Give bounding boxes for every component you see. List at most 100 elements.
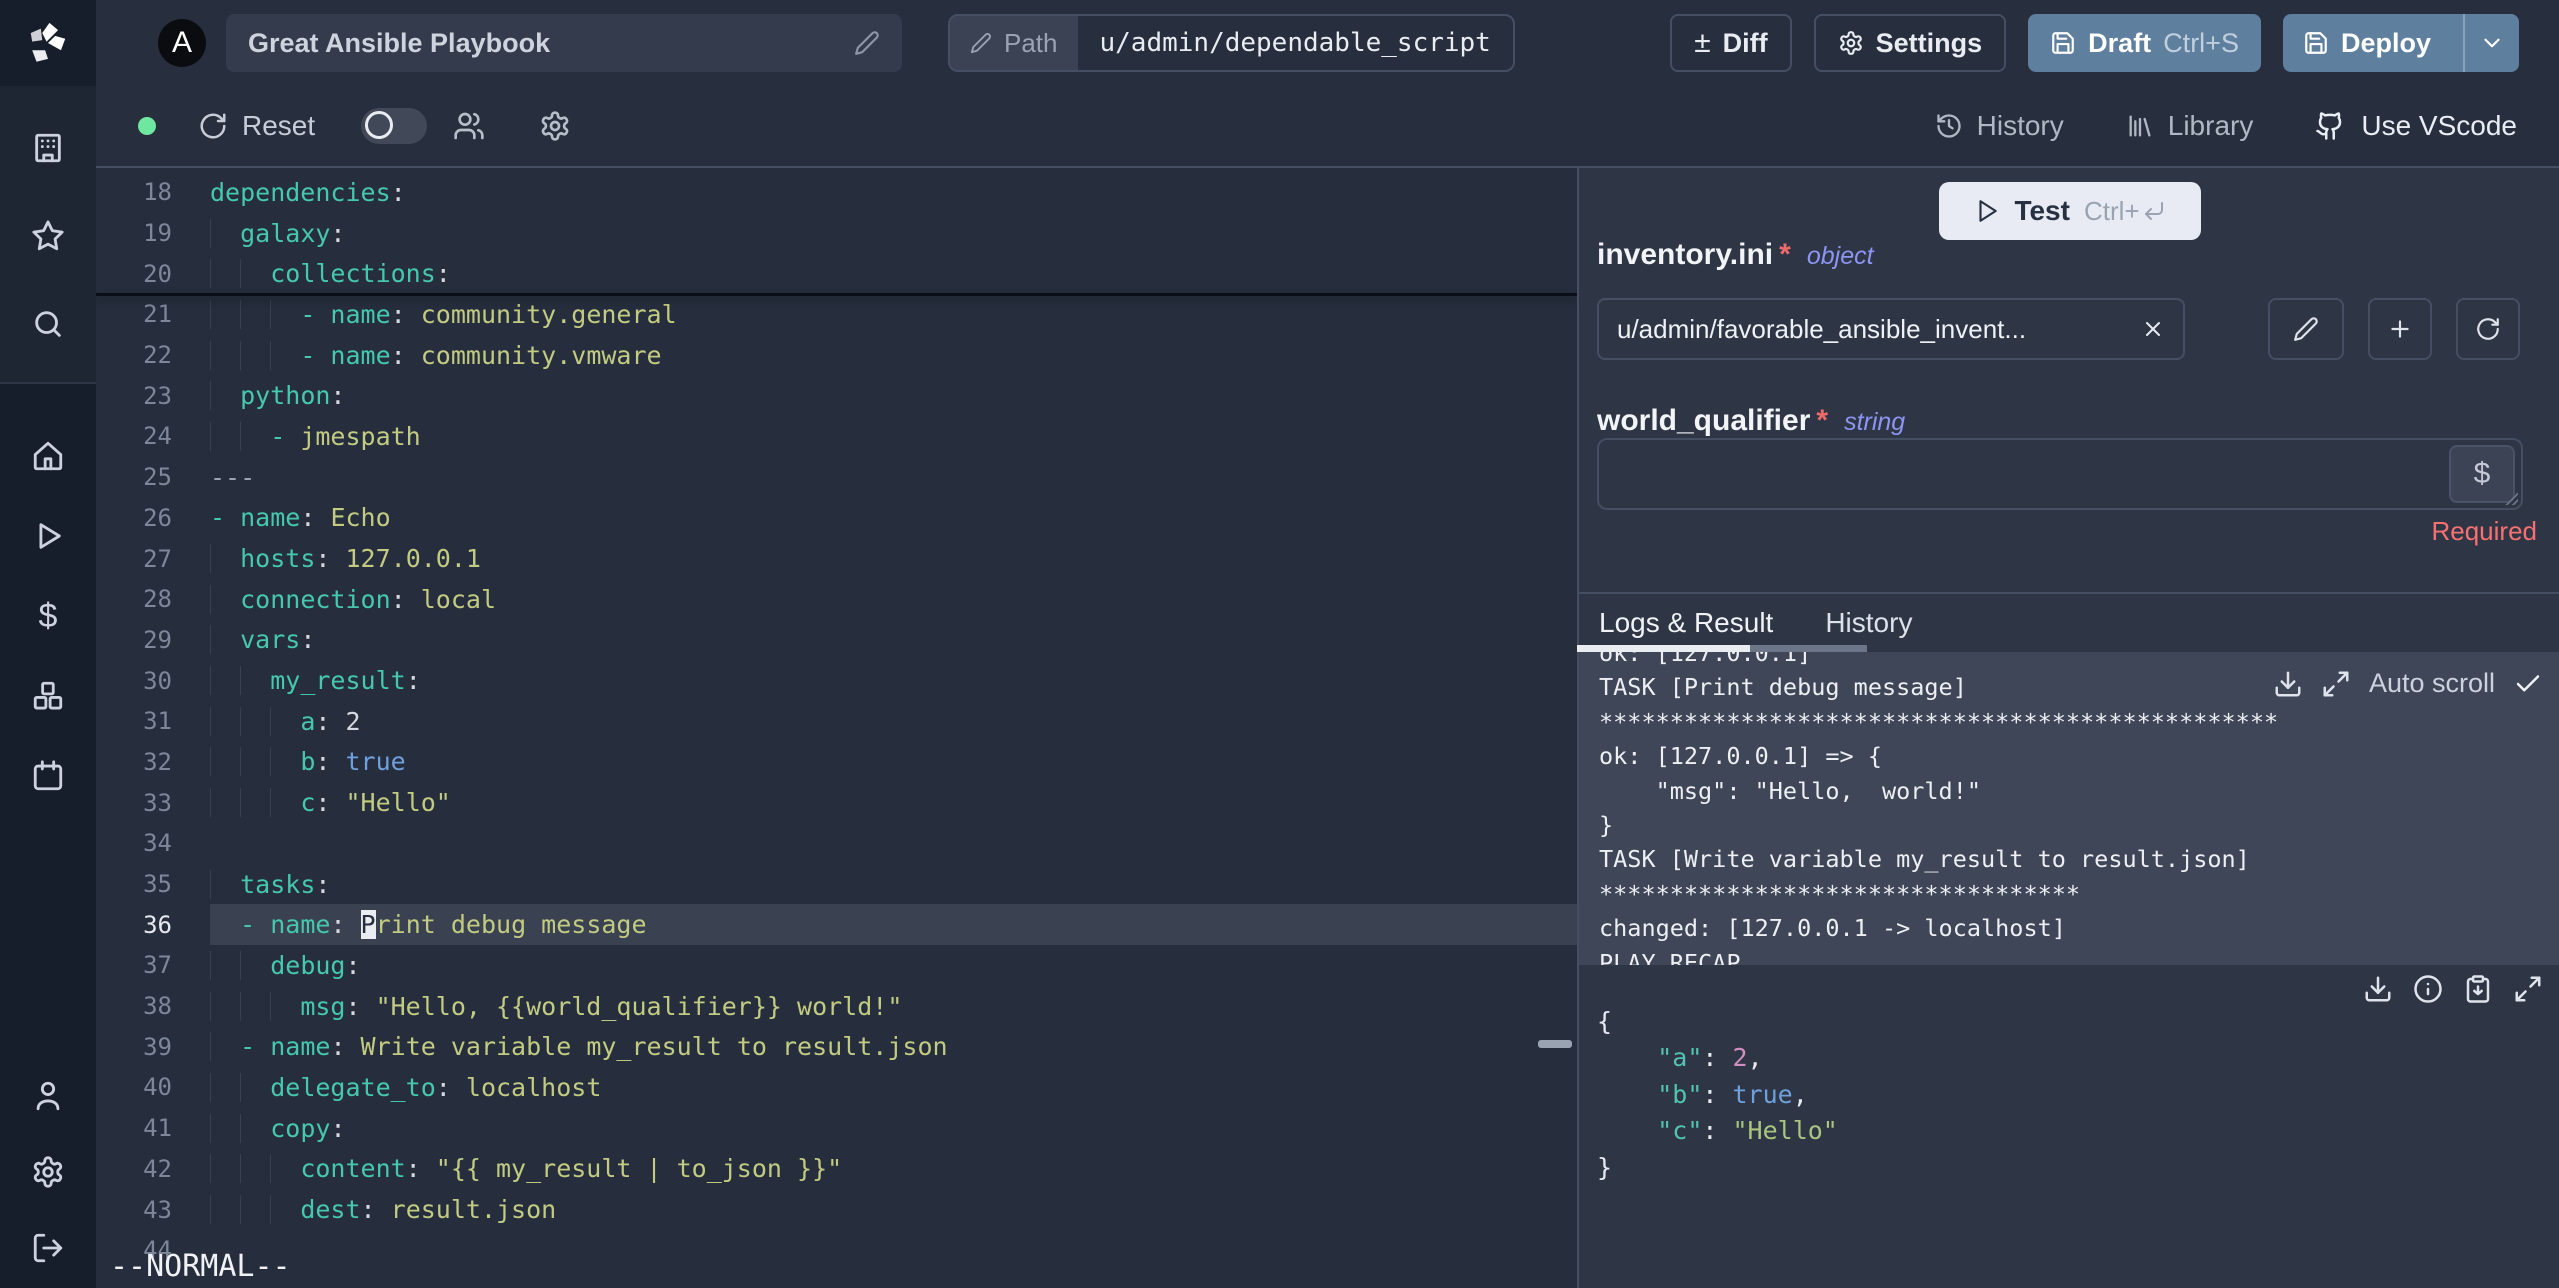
code-line[interactable]: 30 my_result:	[96, 660, 1577, 701]
code-line[interactable]: 33 c: "Hello"	[96, 782, 1577, 823]
user-icon[interactable]	[30, 1078, 66, 1114]
windmill-logo[interactable]	[0, 0, 96, 86]
code-line[interactable]: 28 connection: local	[96, 579, 1577, 620]
expand-result-icon[interactable]	[2513, 974, 2543, 1004]
line-content: python:	[210, 375, 1577, 416]
line-content: debug:	[210, 945, 1577, 986]
code-line[interactable]: 35 tasks:	[96, 864, 1577, 905]
line-number: 33	[143, 788, 172, 817]
diff-button[interactable]: ± Diff	[1670, 14, 1792, 72]
code-line[interactable]: 37 debug:	[96, 945, 1577, 986]
code-line[interactable]: 21 - name: community.general	[96, 294, 1577, 335]
path-pill[interactable]: Path u/admin/dependable_script	[948, 14, 1515, 72]
logout-icon[interactable]	[30, 1230, 66, 1266]
multiplayer-users-icon[interactable]	[453, 110, 485, 142]
edit-resource-button[interactable]	[2268, 298, 2344, 360]
deploy-button[interactable]: Deploy	[2282, 14, 2519, 72]
edit-title-pencil-icon[interactable]	[854, 30, 880, 56]
code-line[interactable]: 29 vars:	[96, 620, 1577, 661]
deploy-dropdown-caret[interactable]	[2463, 14, 2519, 72]
variables-icon[interactable]: $	[30, 597, 66, 635]
code-line[interactable]: 34	[96, 823, 1577, 864]
result-json[interactable]: { "a": 2, "b": true, "c": "Hello"}	[1597, 1004, 1838, 1186]
inventory-resource-input[interactable]: u/admin/favorable_ansible_invent...	[1597, 298, 2185, 360]
auto-scroll-checkbox[interactable]	[2513, 669, 2543, 699]
copy-result-icon[interactable]	[2463, 974, 2493, 1004]
code-line[interactable]: 40 delegate_to: localhost	[96, 1067, 1577, 1108]
code-line[interactable]: 24 - jmespath	[96, 416, 1577, 457]
add-resource-button[interactable]	[2368, 298, 2432, 360]
world-qualifier-input[interactable]	[1599, 440, 2521, 508]
code-line[interactable]: 22 - name: community.vmware	[96, 335, 1577, 376]
assistant-toggle[interactable]	[361, 108, 428, 144]
tab-indicator-track	[1750, 645, 1867, 652]
line-number: 41	[143, 1114, 172, 1143]
favorites-star-icon[interactable]	[30, 218, 66, 254]
line-number: 39	[143, 1032, 172, 1061]
code-line[interactable]: 18 dependencies:	[96, 172, 1577, 213]
code-line[interactable]: 20 collections:	[96, 253, 1577, 296]
line-content: vars:	[210, 620, 1577, 661]
code-line[interactable]: 19 galaxy:	[96, 213, 1577, 254]
code-line[interactable]: 44	[96, 1230, 1577, 1271]
line-content: dest: result.json	[210, 1189, 1577, 1230]
line-content: collections:	[210, 253, 1577, 294]
draft-button[interactable]: Draft Ctrl+S	[2028, 14, 2261, 72]
test-button[interactable]: Test Ctrl+	[1939, 182, 2201, 240]
tab-history[interactable]: History	[1825, 607, 1912, 639]
required-validation: Required	[2431, 516, 2537, 546]
line-number: 29	[143, 625, 172, 654]
download-logs-icon[interactable]	[2273, 669, 2303, 699]
field-type-badge: string	[1844, 408, 1906, 436]
use-vscode-button[interactable]: Use VScode	[2315, 110, 2517, 142]
code-line[interactable]: 25 ---	[96, 457, 1577, 498]
result-info-icon[interactable]	[2413, 974, 2443, 1004]
code-line[interactable]: 38 msg: "Hello, {{world_qualifier}} worl…	[96, 986, 1577, 1027]
line-number: 21	[143, 300, 172, 329]
home-icon[interactable]	[30, 438, 66, 474]
result-line: "a": 2,	[1657, 1043, 1763, 1073]
save-icon	[2052, 32, 2075, 54]
line-number: 37	[143, 951, 172, 980]
expand-logs-icon[interactable]	[2321, 669, 2351, 699]
result-tabs: Logs & Result History	[1579, 600, 2559, 645]
runs-play-icon[interactable]	[30, 518, 66, 554]
clear-resource-icon[interactable]	[2141, 317, 2165, 341]
topbar: A Great Ansible Playbook Path u/admin/de…	[96, 0, 2559, 86]
line-content	[210, 1230, 1577, 1271]
library-button[interactable]: Library	[2126, 110, 2253, 142]
line-number: 31	[143, 707, 172, 736]
code-line[interactable]: 41 copy:	[96, 1108, 1577, 1149]
resources-cubes-icon[interactable]	[30, 678, 66, 714]
code-line[interactable]: 42 content: "{{ my_result | to_json }}"	[96, 1149, 1577, 1190]
code-line[interactable]: 27 hosts: 127.0.0.1	[96, 538, 1577, 579]
line-number: 34	[143, 829, 172, 858]
code-line[interactable]: 36 - name: Print debug message	[96, 904, 1577, 946]
variable-picker-button[interactable]: $	[2449, 445, 2515, 503]
reset-button[interactable]: Reset	[198, 110, 315, 142]
code-line[interactable]: 32 b: true	[96, 742, 1577, 783]
refresh-resource-button[interactable]	[2456, 298, 2520, 360]
code-line[interactable]: 39 - name: Write variable my_result to r…	[96, 1026, 1577, 1067]
script-title-box[interactable]: Great Ansible Playbook	[226, 14, 902, 72]
workspace-icon[interactable]	[30, 130, 66, 166]
schedules-calendar-icon[interactable]	[30, 758, 66, 794]
tab-logs-result[interactable]: Logs & Result	[1599, 607, 1773, 639]
settings-gear-icon[interactable]	[30, 1154, 66, 1190]
line-number: 22	[143, 341, 172, 370]
settings-button[interactable]: Settings	[1813, 14, 2007, 72]
inventory-resource-value: u/admin/favorable_ansible_invent...	[1617, 313, 2027, 344]
code-line[interactable]: 26 - name: Echo	[96, 498, 1577, 539]
search-icon[interactable]	[30, 306, 66, 342]
download-result-icon[interactable]	[2363, 974, 2393, 1004]
pencil-icon	[2294, 317, 2318, 341]
code-editor[interactable]: 18 dependencies:19 galaxy:20 collections:…	[96, 168, 1577, 1288]
code-line[interactable]: 43 dest: result.json	[96, 1189, 1577, 1230]
code-line[interactable]: 31 a: 2	[96, 701, 1577, 742]
panel-resize-handle[interactable]	[1538, 1040, 1572, 1048]
line-number: 43	[143, 1195, 172, 1224]
history-button[interactable]: History	[1935, 110, 2064, 142]
code-line[interactable]: 23 python:	[96, 375, 1577, 416]
line-content: dependencies:	[210, 177, 406, 207]
editor-settings-gear-icon[interactable]	[539, 110, 571, 142]
